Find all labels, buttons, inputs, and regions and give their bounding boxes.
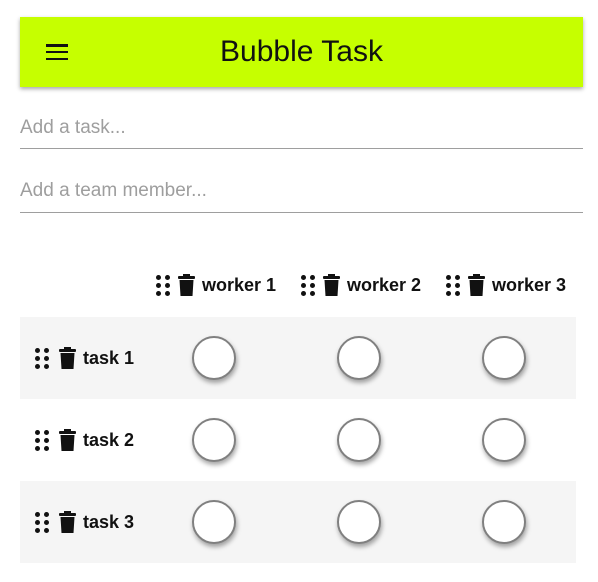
assignment-bubble[interactable] [337,336,381,380]
task-row: task 2 [20,399,576,481]
assignment-bubble[interactable] [482,418,526,462]
task-row-header: task 1 [35,317,134,399]
worker-label: worker 2 [347,274,422,295]
drag-handle-icon[interactable] [446,274,460,296]
drag-handle-icon[interactable] [301,274,315,296]
drag-handle-icon[interactable] [156,274,170,296]
trash-icon[interactable] [468,274,485,296]
assignment-bubble[interactable] [337,500,381,544]
app-title: Bubble Task [220,35,383,68]
trash-icon[interactable] [59,347,76,369]
trash-icon[interactable] [323,274,340,296]
assignment-bubble[interactable] [192,418,236,462]
trash-icon[interactable] [178,274,195,296]
worker-column-header: worker 2 [301,270,421,300]
task-label: task 2 [83,429,135,450]
task-row-header: task 2 [35,399,134,481]
task-row: task 3 [20,481,576,563]
assignment-bubble[interactable] [192,336,236,380]
drag-handle-icon[interactable] [35,347,49,369]
drag-handle-icon[interactable] [35,511,49,533]
task-label: task 1 [83,347,135,368]
worker-label: worker 3 [492,274,567,295]
assignment-bubble[interactable] [482,500,526,544]
task-row: task 1 [20,317,576,399]
trash-icon[interactable] [59,429,76,451]
add-team-member-input[interactable] [20,170,583,213]
worker-column-header: worker 3 [446,270,566,300]
trash-icon[interactable] [59,511,76,533]
worker-label: worker 1 [202,274,277,295]
task-label: task 3 [83,511,135,532]
assignment-bubble[interactable] [192,500,236,544]
worker-column-header: worker 1 [156,270,276,300]
drag-handle-icon[interactable] [35,429,49,451]
assignment-bubble[interactable] [482,336,526,380]
task-row-header: task 3 [35,481,134,563]
menu-icon[interactable] [46,42,70,62]
add-task-input[interactable] [20,108,583,149]
app-bar: Bubble Task [20,17,583,87]
assignment-bubble[interactable] [337,418,381,462]
